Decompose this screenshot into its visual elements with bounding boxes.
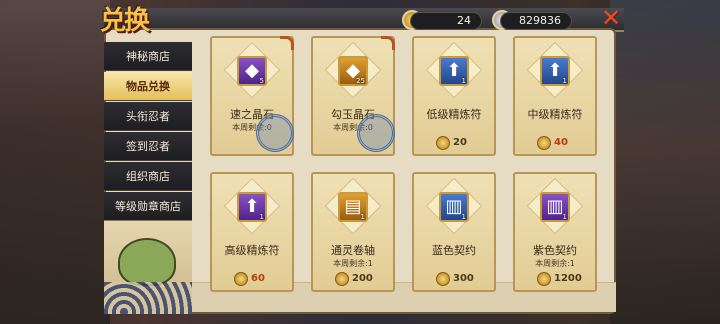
tab-mystery-shop[interactable]: 神秘商店 — [104, 42, 192, 71]
weekly-remaining: 本周剩余:1 — [333, 259, 373, 268]
shop-item-card[interactable]: ▤ 1 通灵卷轴 本周剩余:1 200 — [311, 172, 395, 292]
silver-coin-count: 829836 — [500, 12, 572, 30]
shop-item-card[interactable]: ⬆ 1 中级精炼符 40 — [513, 36, 597, 156]
sidebar: 神秘商店 物品兑换 头衔忍者 签到忍者 组织商店 等级勋章商店 — [104, 42, 192, 222]
item-price: 20 — [453, 137, 467, 148]
summon-scroll-icon: ▤ 1 — [338, 192, 368, 222]
tab-title-ninja[interactable]: 头衔忍者 — [104, 102, 192, 131]
wave-decoration — [104, 282, 192, 314]
item-price: 1200 — [554, 273, 582, 284]
item-price: 40 — [554, 137, 568, 148]
item-name: 高级精炼符 — [224, 244, 280, 257]
shop-item-card[interactable]: ⬆ 1 低级精炼符 20 — [412, 36, 496, 156]
item-price: 60 — [251, 273, 265, 284]
close-icon[interactable]: ✕ — [598, 6, 624, 30]
item-name: 通灵卷轴 — [331, 244, 375, 257]
blue-refine-scroll-icon: ⬆ 1 — [540, 56, 570, 86]
shop-item-card[interactable]: ◆ 5 速之晶石 本周剩余:0 — [210, 36, 299, 157]
tab-organization-shop[interactable]: 组织商店 — [104, 162, 192, 191]
gold-crystal-icon: ◆ 25 — [338, 56, 368, 86]
tab-item-exchange[interactable]: 物品兑换 — [104, 72, 192, 101]
item-price: 300 — [453, 273, 474, 284]
shop-item-card[interactable]: ⬆ 1 高级精炼符 60 — [210, 172, 294, 292]
item-name: 低级精炼符 — [426, 108, 482, 121]
shop-item-card[interactable]: ▥ 1 蓝色契约 300 — [412, 172, 496, 292]
item-name: 中级精炼符 — [527, 108, 583, 121]
green-refine-scroll-icon: ⬆ 1 — [439, 56, 469, 86]
purple-refine-scroll-icon: ⬆ 1 — [237, 192, 267, 222]
shop-item-card[interactable]: ◆ 25 勾玉晶石 本周剩余:0 — [311, 36, 400, 157]
weekly-remaining: 本周剩余:1 — [535, 259, 575, 268]
gold-coupon-count: 24 — [410, 12, 482, 30]
item-name: 蓝色契约 — [432, 244, 476, 257]
tab-medal-shop[interactable]: 等级勋章商店 — [104, 192, 192, 221]
background-right-scene — [610, 0, 720, 324]
background-left-scene — [0, 0, 110, 324]
blue-contract-icon: ▥ 1 — [439, 192, 469, 222]
page-title: 兑换 — [100, 6, 150, 36]
item-price: 200 — [352, 273, 373, 284]
tab-checkin-ninja[interactable]: 签到忍者 — [104, 132, 192, 161]
item-name: 紫色契约 — [533, 244, 577, 257]
purple-crystal-icon: ◆ 5 — [237, 56, 267, 86]
shop-item-card[interactable]: ▥ 1 紫色契约 本周剩余:1 1200 — [513, 172, 597, 292]
purple-contract-icon: ▥ 1 — [540, 192, 570, 222]
corner-ornament — [381, 36, 395, 50]
corner-ornament — [280, 36, 294, 50]
frog-icon — [118, 238, 176, 286]
